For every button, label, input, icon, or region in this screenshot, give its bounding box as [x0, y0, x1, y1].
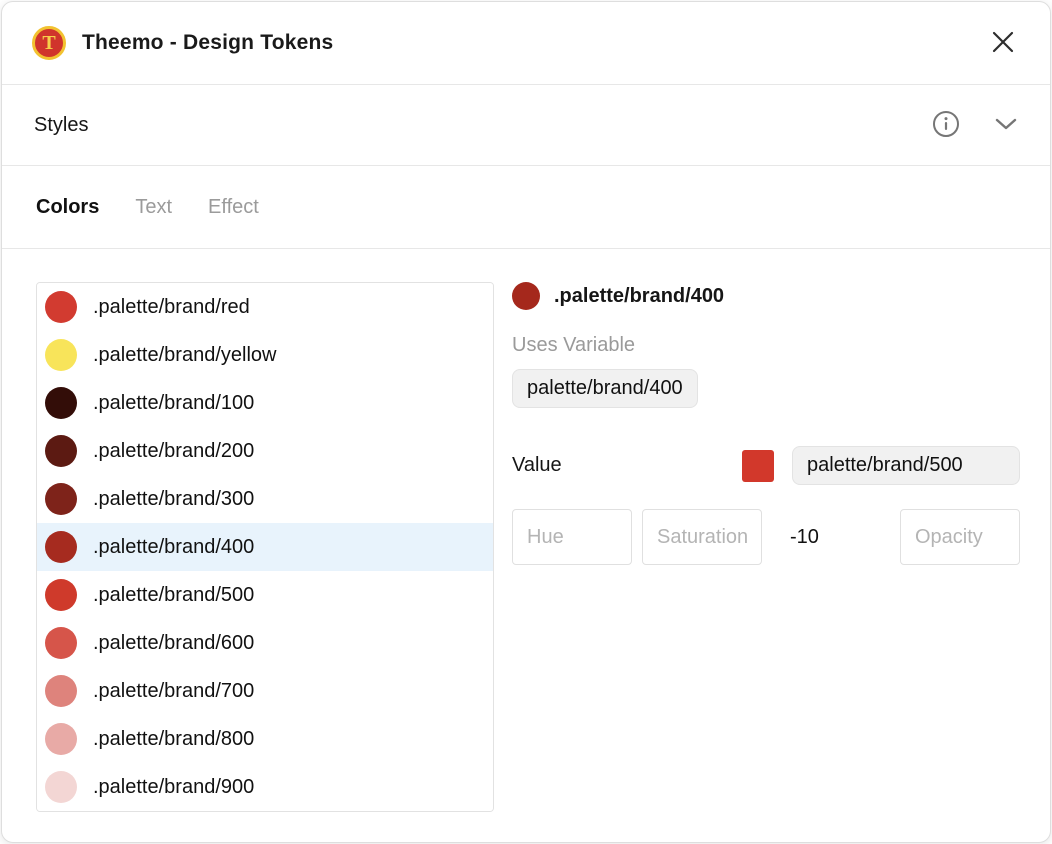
color-name: .palette/brand/yellow: [93, 344, 276, 367]
color-swatch: [45, 435, 77, 467]
color-list-item[interactable]: .palette/brand/700: [37, 667, 493, 715]
style-type-tabs: Colors Text Effect: [2, 166, 1050, 249]
color-list-item[interactable]: .palette/brand/200: [37, 427, 493, 475]
detail-header: .palette/brand/400: [512, 282, 1020, 310]
style-detail-panel: .palette/brand/400 Uses Variable palette…: [512, 282, 1020, 812]
selected-style-name: .palette/brand/400: [554, 285, 724, 308]
window-header: T Theemo - Design Tokens: [2, 2, 1050, 85]
tab-text[interactable]: Text: [135, 196, 172, 219]
opacity-input[interactable]: [900, 509, 1020, 565]
info-button[interactable]: [932, 110, 960, 141]
color-name: .palette/brand/100: [93, 392, 254, 415]
color-name: .palette/brand/200: [93, 440, 254, 463]
tab-effect[interactable]: Effect: [208, 196, 259, 219]
info-icon: [932, 110, 960, 141]
color-swatch: [45, 723, 77, 755]
value-label: Value: [512, 454, 742, 477]
collapse-button[interactable]: [994, 117, 1018, 134]
color-list-item[interactable]: .palette/brand/yellow: [37, 331, 493, 379]
color-name: .palette/brand/700: [93, 680, 254, 703]
color-list-item[interactable]: .palette/brand/600: [37, 619, 493, 667]
saturation-input[interactable]: [642, 509, 762, 565]
chevron-down-icon: [994, 117, 1018, 134]
color-swatch: [45, 531, 77, 563]
color-list-item[interactable]: .palette/brand/900: [37, 763, 493, 811]
styles-section-title: Styles: [34, 114, 88, 137]
color-list: .palette/brand/red .palette/brand/yellow…: [36, 282, 494, 812]
color-swatch: [45, 675, 77, 707]
color-swatch: [45, 579, 77, 611]
color-swatch: [45, 387, 77, 419]
color-swatch: [45, 483, 77, 515]
color-name: .palette/brand/800: [93, 728, 254, 751]
color-name: .palette/brand/900: [93, 776, 254, 799]
styles-actions: [932, 110, 1018, 141]
variable-chip[interactable]: palette/brand/400: [512, 369, 698, 408]
plugin-window: T Theemo - Design Tokens Styles Co: [1, 1, 1051, 843]
color-swatch: [45, 627, 77, 659]
color-name: .palette/brand/500: [93, 584, 254, 607]
color-list-item[interactable]: .palette/brand/800: [37, 715, 493, 763]
color-swatch: [45, 291, 77, 323]
window-title: Theemo - Design Tokens: [82, 31, 333, 55]
close-button[interactable]: [986, 26, 1020, 60]
value-variable-chip[interactable]: palette/brand/500: [792, 446, 1020, 485]
color-list-item[interactable]: .palette/brand/300: [37, 475, 493, 523]
value-color-swatch: [742, 450, 774, 482]
theemo-logo-icon: T: [32, 26, 66, 60]
styles-section-header: Styles: [2, 85, 1050, 166]
color-list-item[interactable]: .palette/brand/100: [37, 379, 493, 427]
hue-input[interactable]: [512, 509, 632, 565]
uses-variable-label: Uses Variable: [512, 334, 1020, 357]
color-swatch: [45, 339, 77, 371]
transforms-row: -10: [512, 509, 1020, 565]
logo-letter: T: [42, 33, 55, 53]
close-icon: [988, 27, 1018, 60]
color-list-item[interactable]: .palette/brand/400: [37, 523, 493, 571]
color-name: .palette/brand/300: [93, 488, 254, 511]
color-list-item[interactable]: .palette/brand/500: [37, 571, 493, 619]
value-row: Value palette/brand/500: [512, 446, 1020, 485]
color-name: .palette/brand/red: [93, 296, 250, 319]
tab-colors[interactable]: Colors: [36, 196, 99, 219]
lightness-value[interactable]: -10: [762, 526, 900, 549]
content-area: .palette/brand/red .palette/brand/yellow…: [2, 249, 1050, 812]
color-swatch: [45, 771, 77, 803]
color-name: .palette/brand/400: [93, 536, 254, 559]
color-list-item[interactable]: .palette/brand/red: [37, 283, 493, 331]
selected-style-swatch: [512, 282, 540, 310]
color-name: .palette/brand/600: [93, 632, 254, 655]
